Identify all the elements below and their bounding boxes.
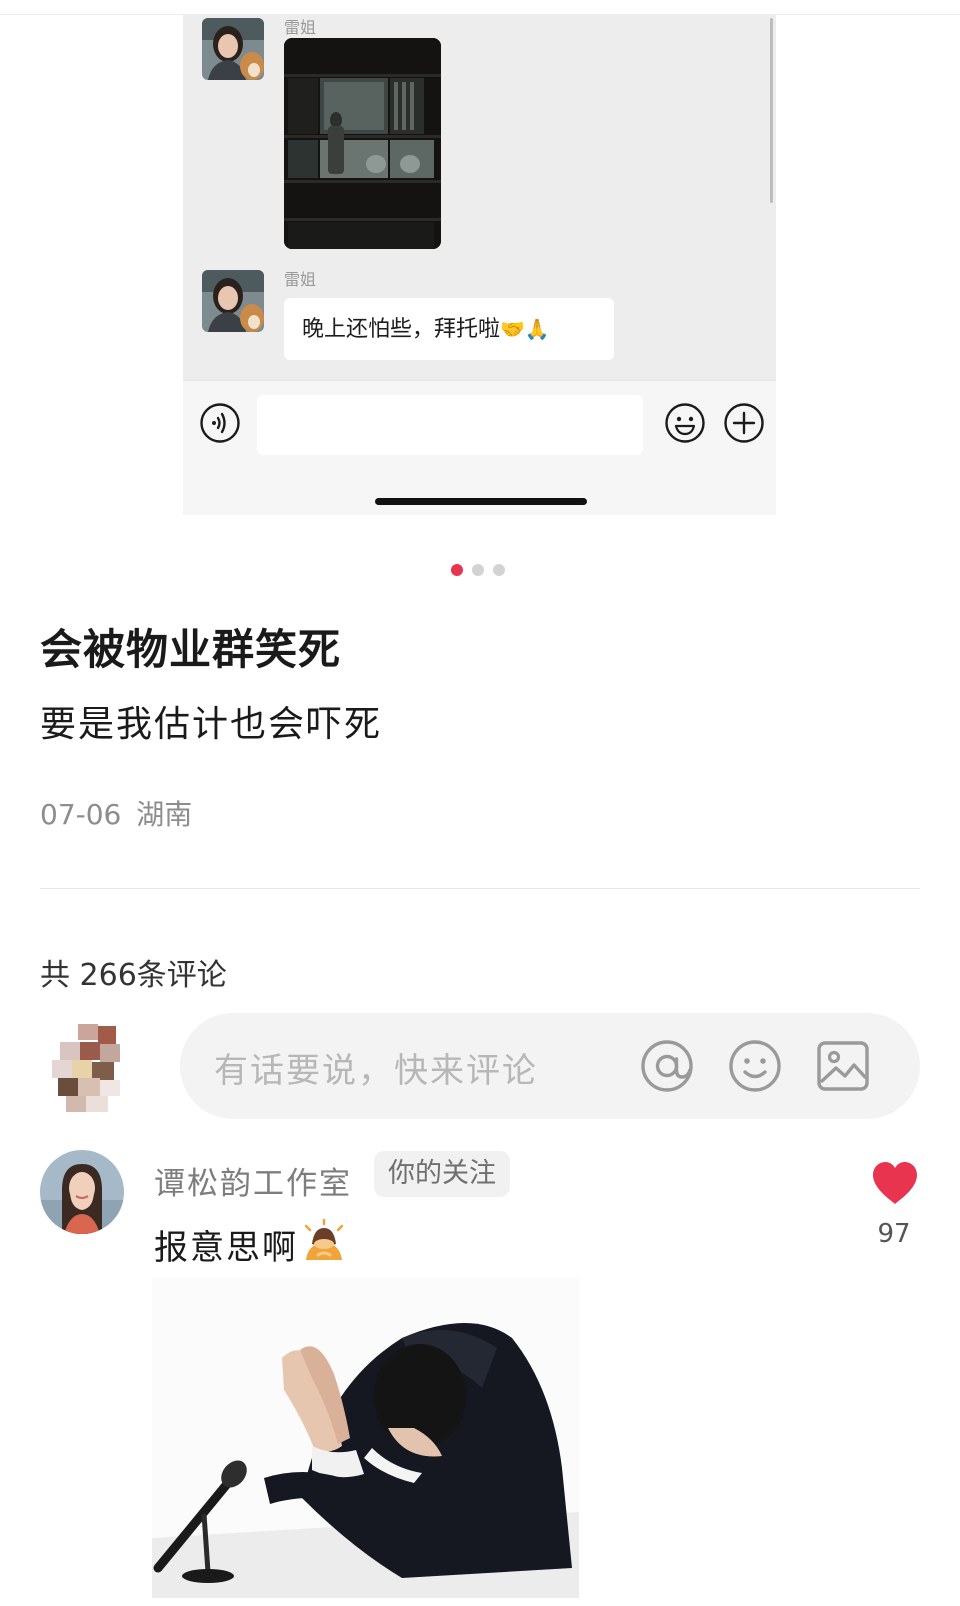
post-location: 湖南 <box>136 798 193 831</box>
chat-message-text: 晚上还怕些，拜托啦 <box>302 317 501 342</box>
handshake-pray-emoji: 🤝🙏 <box>500 317 550 341</box>
bowing-person-emoji <box>304 1218 344 1260</box>
carousel-dot <box>472 564 484 576</box>
comment-placeholder: 有话要说，快来评论 <box>214 1051 538 1091</box>
chat-sender-name: 雷姐 <box>284 18 317 37</box>
voice-icon[interactable] <box>199 402 241 444</box>
home-indicator <box>375 498 587 505</box>
chat-scrollbar <box>770 18 773 203</box>
post-title: 会被物业群笑死 <box>40 625 342 674</box>
post-date: 07-06 <box>40 798 122 831</box>
following-badge: 你的关注 <box>374 1151 510 1197</box>
my-avatar-blurred[interactable] <box>48 1024 128 1114</box>
emoji-icon[interactable] <box>664 402 706 444</box>
chat-sender-name: 雷姐 <box>284 270 317 289</box>
comment-author-avatar[interactable] <box>40 1150 124 1234</box>
chat-input-bar <box>183 380 776 515</box>
section-divider <box>40 888 920 889</box>
plus-icon[interactable] <box>723 402 765 444</box>
comment-author-name[interactable]: 谭松韵工作室 <box>154 1158 352 1203</box>
post-image-chat-screenshot[interactable]: 雷姐 雷姐 晚上还怕些，拜托啦🤝🙏 <box>183 14 776 515</box>
image-icon[interactable] <box>814 1037 872 1095</box>
chat-avatar-lei <box>202 18 264 80</box>
comment-input-box[interactable]: 有话要说，快来评论 <box>180 1013 920 1119</box>
post-body: 要是我估计也会吓死 <box>40 704 383 745</box>
emoji-icon[interactable] <box>726 1037 784 1095</box>
chat-image-message[interactable] <box>284 38 441 249</box>
chat-avatar-lei <box>202 270 264 332</box>
carousel-dot-active <box>451 564 463 576</box>
comment-image-bowing-man[interactable] <box>152 1278 579 1598</box>
post-meta: 07-06 湖南 <box>40 793 192 833</box>
carousel-dot <box>493 564 505 576</box>
like-heart-icon[interactable] <box>870 1160 920 1206</box>
at-icon[interactable] <box>638 1037 696 1095</box>
chat-message-field[interactable] <box>257 395 643 455</box>
comment-count: 共 266条评论 <box>40 958 227 993</box>
chat-text-bubble: 晚上还怕些，拜托啦🤝🙏 <box>284 298 614 360</box>
like-count: 97 <box>877 1219 911 1249</box>
comment-text: 报意思啊 <box>154 1228 298 1268</box>
